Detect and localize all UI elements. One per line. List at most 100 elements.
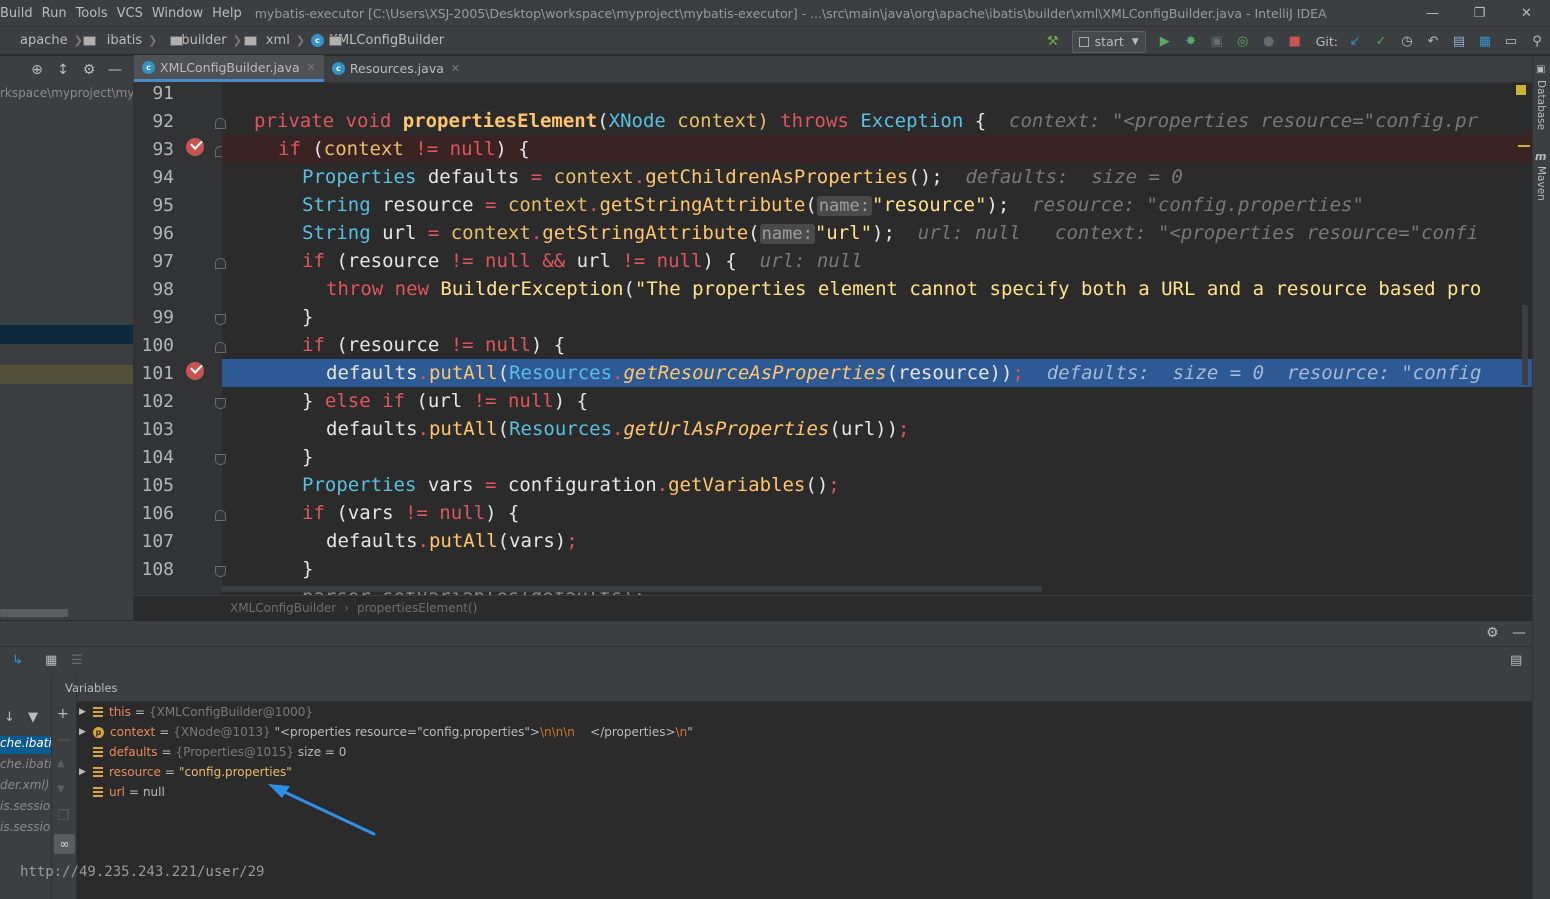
menu-tools[interactable]: Tools xyxy=(76,6,108,21)
project-tree-highlight-row[interactable] xyxy=(0,365,133,384)
run-configuration-select[interactable]: start ▼ xyxy=(1071,30,1146,53)
code-line-106[interactable]: if (vars != null) { xyxy=(222,499,1532,527)
horizontal-scrollbar[interactable] xyxy=(0,609,68,617)
frame-item[interactable]: is.session xyxy=(0,799,51,817)
filter-icon[interactable]: ▼ xyxy=(28,710,38,725)
run-icon[interactable]: ▶ xyxy=(1152,30,1178,54)
hide-panel-icon[interactable]: — xyxy=(1512,625,1526,641)
breadcrumb-apache[interactable]: apache xyxy=(20,33,68,48)
run-config-icon xyxy=(1078,36,1089,47)
code-line-93[interactable]: if (context != null) { xyxy=(222,135,1532,163)
code-line-107[interactable]: defaults.putAll(vars); xyxy=(222,527,1532,555)
show-watches-glasses-icon[interactable]: ∞ xyxy=(54,834,75,854)
close-icon[interactable]: ✕ xyxy=(451,62,460,75)
code-line-100[interactable]: if (resource != null) { xyxy=(222,331,1532,359)
gear-icon[interactable]: ⚙ xyxy=(76,62,102,78)
code-line-108[interactable]: } xyxy=(222,555,1532,583)
code-line-94[interactable]: Properties defaults = context.getChildre… xyxy=(222,163,1532,191)
frame-item[interactable]: che.ibatis xyxy=(0,736,51,754)
expand-arrow-icon[interactable]: ▶ xyxy=(79,767,93,777)
code-area[interactable]: private void propertiesElement(XNode con… xyxy=(222,83,1532,595)
breakpoint-icon[interactable] xyxy=(186,362,204,380)
breadcrumb-xml[interactable]: xml xyxy=(266,33,290,48)
debug-bug-icon[interactable]: ✸ xyxy=(1178,30,1204,54)
code-line-104[interactable]: } xyxy=(222,443,1532,471)
menu-window[interactable]: Window xyxy=(152,6,203,21)
remove-watch-icon[interactable]: — xyxy=(57,732,71,748)
maven-tool-button[interactable]: Maven xyxy=(1535,166,1547,201)
editor-breadcrumb-method[interactable]: propertiesElement() xyxy=(357,601,477,615)
git-commit-icon[interactable]: ✓ xyxy=(1368,30,1394,54)
editor-vertical-scrollbar[interactable] xyxy=(1522,305,1528,385)
editor-breadcrumb-class[interactable]: XMLConfigBuilder xyxy=(230,601,336,615)
collapse-all-icon[interactable]: ↕ xyxy=(50,62,76,78)
stop-icon[interactable]: ■ xyxy=(1282,30,1308,54)
inspection-status-icon[interactable] xyxy=(1516,85,1526,95)
move-up-icon[interactable]: ▲ xyxy=(57,758,65,769)
expand-arrow-icon[interactable]: ▶ xyxy=(79,727,93,737)
copy-icon[interactable]: ❐ xyxy=(57,808,70,824)
error-stripe-mark[interactable] xyxy=(1518,145,1530,147)
profile-icon[interactable]: ◎ xyxy=(1230,30,1256,54)
git-rollback-icon[interactable]: ↶ xyxy=(1420,30,1446,54)
attach-icon[interactable]: ● xyxy=(1256,30,1282,54)
minimize-button[interactable]: — xyxy=(1409,0,1456,26)
close-icon[interactable]: ✕ xyxy=(307,61,316,74)
presentation-icon[interactable]: ▭ xyxy=(1498,30,1524,54)
step-into-icon[interactable]: ↳ xyxy=(12,653,23,668)
coverage-icon[interactable]: ▣ xyxy=(1204,30,1230,54)
code-line-101-current[interactable]: defaults.putAll(Resources.getResourceAsP… xyxy=(222,359,1532,387)
arrow-down-icon[interactable]: ↓ xyxy=(4,710,15,725)
database-tool-button[interactable]: Database xyxy=(1535,80,1547,130)
menu-help[interactable]: Help xyxy=(212,6,242,21)
add-watch-icon[interactable]: + xyxy=(57,706,69,722)
line-number: 92 xyxy=(152,111,174,132)
editor-gutter[interactable]: 91 92 93 94 95 96 97 98 99 100 101 102 1… xyxy=(134,83,226,595)
gear-icon[interactable]: ⚙ xyxy=(1486,625,1499,641)
code-line-96[interactable]: String url = context.getStringAttribute(… xyxy=(222,219,1532,247)
code-line-92[interactable]: private void propertiesElement(XNode con… xyxy=(222,107,1532,135)
variable-row-context[interactable]: ▶ p context = {XNode@1013} "<properties r… xyxy=(77,722,693,742)
restore-button[interactable]: ❐ xyxy=(1456,0,1503,26)
code-line-102[interactable]: } else if (url != null) { xyxy=(222,387,1532,415)
project-tree-selected-row[interactable] xyxy=(0,325,133,344)
expand-arrow-icon[interactable]: ▶ xyxy=(79,707,93,717)
code-line-105[interactable]: Properties vars = configuration.getVaria… xyxy=(222,471,1532,499)
git-update-icon[interactable]: ↙ xyxy=(1342,30,1368,54)
frame-item[interactable]: der.xml) xyxy=(0,778,51,796)
code-line-103[interactable]: defaults.putAll(Resources.getUrlAsProper… xyxy=(222,415,1532,443)
variable-row-this[interactable]: ▶ this = {XMLConfigBuilder@1000} xyxy=(77,702,313,722)
tab-xmlconfigbuilder[interactable]: c XMLConfigBuilder.java ✕ xyxy=(134,55,324,82)
trace-icon[interactable]: ☰ xyxy=(71,653,83,668)
code-line-97[interactable]: if (resource != null && url != null) { u… xyxy=(222,247,1532,275)
evaluate-table-icon[interactable]: ▦ xyxy=(45,653,57,668)
breadcrumb-builder[interactable]: builder xyxy=(181,33,226,48)
translate-icon[interactable]: ▦ xyxy=(1472,30,1498,54)
menu-build[interactable]: Build xyxy=(0,6,33,21)
tab-resources[interactable]: c Resources.java ✕ xyxy=(324,55,468,82)
project-structure-icon[interactable]: ▤ xyxy=(1446,30,1472,54)
frame-item[interactable]: is.session xyxy=(0,820,51,838)
menu-vcs[interactable]: VCS xyxy=(117,6,143,21)
breadcrumb-xmlconfigbuilder[interactable]: XMLConfigBuilder xyxy=(329,33,444,48)
git-history-icon[interactable]: ◷ xyxy=(1394,30,1420,54)
build-hammer-icon[interactable]: ⚒ xyxy=(1040,30,1066,54)
variable-row-defaults[interactable]: defaults = {Properties@1015} size = 0 xyxy=(77,742,346,762)
breakpoint-icon[interactable] xyxy=(186,138,204,156)
code-line-98[interactable]: throw new BuilderException("The properti… xyxy=(222,275,1532,303)
layout-icon[interactable]: ▤ xyxy=(1510,653,1522,668)
menu-run[interactable]: Run xyxy=(42,6,67,21)
locate-icon[interactable]: ⊕ xyxy=(24,62,50,78)
code-editor[interactable]: 91 92 93 94 95 96 97 98 99 100 101 102 1… xyxy=(134,83,1532,595)
code-line-95[interactable]: String resource = context.getStringAttri… xyxy=(222,191,1532,219)
editor-horizontal-scrollbar[interactable] xyxy=(222,586,1042,592)
close-window-button[interactable]: ✕ xyxy=(1503,0,1550,26)
code-line-99[interactable]: } xyxy=(222,303,1532,331)
frame-item[interactable]: che.ibatis xyxy=(0,757,51,775)
move-down-icon[interactable]: ▼ xyxy=(57,784,65,795)
hide-panel-icon[interactable]: — xyxy=(102,62,128,78)
search-icon[interactable]: ⚲ xyxy=(1524,30,1550,54)
line-number: 98 xyxy=(152,279,174,300)
variable-row-url[interactable]: url = null xyxy=(77,782,165,802)
breadcrumb-ibatis[interactable]: ibatis xyxy=(107,33,142,48)
